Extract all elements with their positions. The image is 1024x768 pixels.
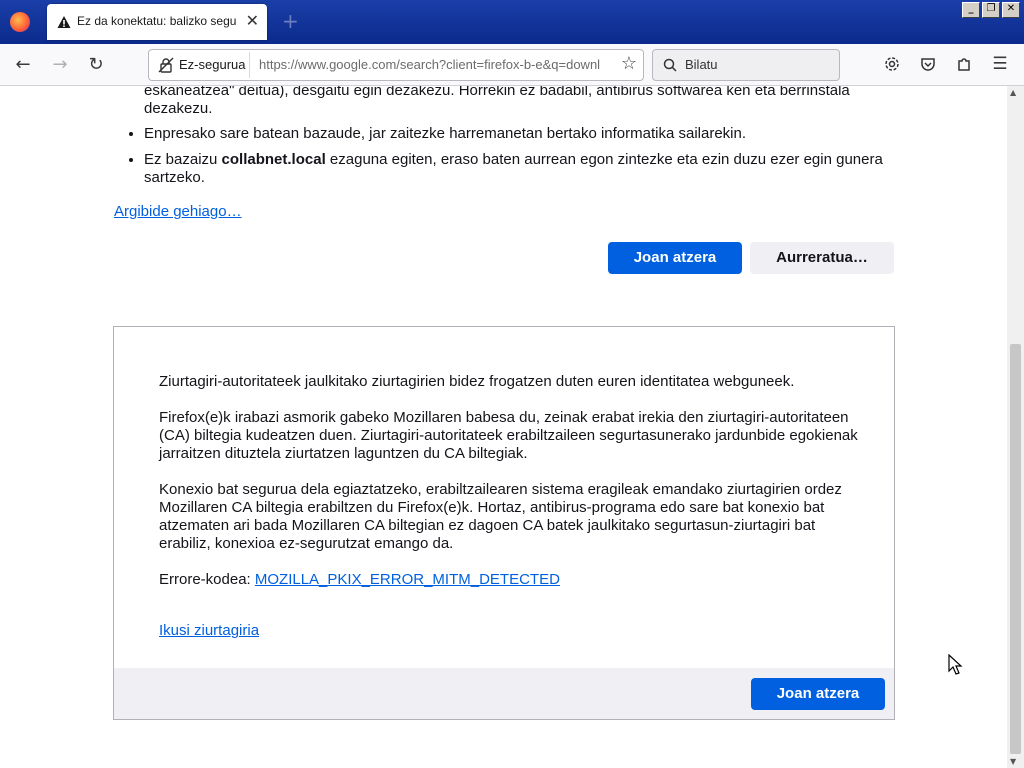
tab-title: Ez da konektatu: balizko segurtasun <box>77 14 237 28</box>
error-code-link[interactable]: MOZILLA_PKIX_ERROR_MITM_DETECTED <box>255 571 560 588</box>
host-name: collabnet.local <box>221 151 326 168</box>
error-code-label: Errore-kodea: <box>159 571 255 588</box>
restore-button[interactable]: ❐ <box>982 2 1000 18</box>
panel-footer: Joan atzera <box>114 668 894 719</box>
error-page: eskaneatzea" deitua), desgaitu egin deza… <box>0 86 1007 768</box>
search-placeholder: Bilatu <box>685 57 718 72</box>
tab-bar: Ez da konektatu: balizko segurtasun ✕ + … <box>0 0 1024 44</box>
list-item: Ez bazaizu collabnet.local ezaguna egite… <box>144 151 904 187</box>
bookmark-star-icon[interactable]: ☆ <box>621 54 637 74</box>
instruction-list: Enpresako sare batean bazaude, jar zaite… <box>128 125 904 195</box>
panel-paragraph: Konexio bat segurua dela egiaztatzeko, e… <box>159 481 842 552</box>
url-input[interactable]: https://www.google.com/search?client=fir… <box>259 57 611 72</box>
go-back-button-secondary[interactable]: Joan atzera <box>751 678 885 710</box>
gear-icon[interactable] <box>883 55 901 73</box>
list-item: Enpresako sare batean bazaude, jar zaite… <box>144 125 904 143</box>
advanced-button[interactable]: Aurreratua… <box>750 242 894 274</box>
insecure-label[interactable]: Ez-segurua <box>179 57 245 72</box>
bullet2-prefix: Ez bazaizu <box>144 151 222 168</box>
advanced-panel: Ziurtagiri-autoritateek jaulkitako ziurt… <box>113 326 895 720</box>
menu-icon[interactable]: ☰ <box>989 53 1011 75</box>
scroll-down-arrow-icon[interactable]: ▼ <box>1010 757 1016 766</box>
vertical-scrollbar[interactable]: ▲ ▼ <box>1007 86 1024 768</box>
panel-body: Ziurtagiri-autoritateek jaulkitako ziurt… <box>159 373 859 607</box>
mouse-cursor-icon <box>948 654 963 675</box>
scrollbar-thumb[interactable] <box>1010 344 1021 754</box>
tab-active[interactable]: Ez da konektatu: balizko segurtasun ✕ <box>47 4 267 40</box>
firefox-logo-icon[interactable] <box>10 12 30 32</box>
pocket-icon[interactable] <box>919 55 937 73</box>
scroll-up-arrow-icon[interactable]: ▲ <box>1010 88 1016 97</box>
warning-icon <box>57 16 71 28</box>
insecure-lock-icon[interactable] <box>158 57 174 73</box>
view-certificate-link[interactable]: Ikusi ziurtagiria <box>159 622 259 640</box>
url-divider <box>249 52 250 78</box>
panel-paragraph: Ziurtagiri-autoritateek jaulkitako ziurt… <box>159 373 795 390</box>
close-tab-icon[interactable]: ✕ <box>246 13 259 29</box>
minimize-button[interactable]: _ <box>962 2 980 18</box>
forward-button[interactable]: → <box>49 54 71 76</box>
extensions-icon[interactable] <box>955 55 973 73</box>
learn-more-link[interactable]: Argibide gehiago… <box>114 203 242 221</box>
nav-toolbar: ← → ↻ Ez-segurua https://www.google.com/… <box>0 44 1024 86</box>
close-window-button[interactable]: ✕ <box>1002 2 1020 18</box>
window-controls: _ ❐ ✕ <box>962 2 1020 18</box>
search-input[interactable]: Bilatu <box>652 49 840 81</box>
new-tab-button[interactable]: + <box>282 11 299 31</box>
search-icon <box>663 58 677 72</box>
instruction-fragment: eskaneatzea" deitua), desgaitu egin deza… <box>144 86 850 117</box>
go-back-button[interactable]: Joan atzera <box>608 242 742 274</box>
error-code-line: Errore-kodea: MOZILLA_PKIX_ERROR_MITM_DE… <box>159 571 859 589</box>
url-bar[interactable]: Ez-segurua https://www.google.com/search… <box>148 49 644 81</box>
panel-paragraph: Firefox(e)k irabazi asmorik gabeko Mozil… <box>159 409 858 462</box>
back-button[interactable]: ← <box>12 54 34 76</box>
reload-button[interactable]: ↻ <box>85 54 107 76</box>
